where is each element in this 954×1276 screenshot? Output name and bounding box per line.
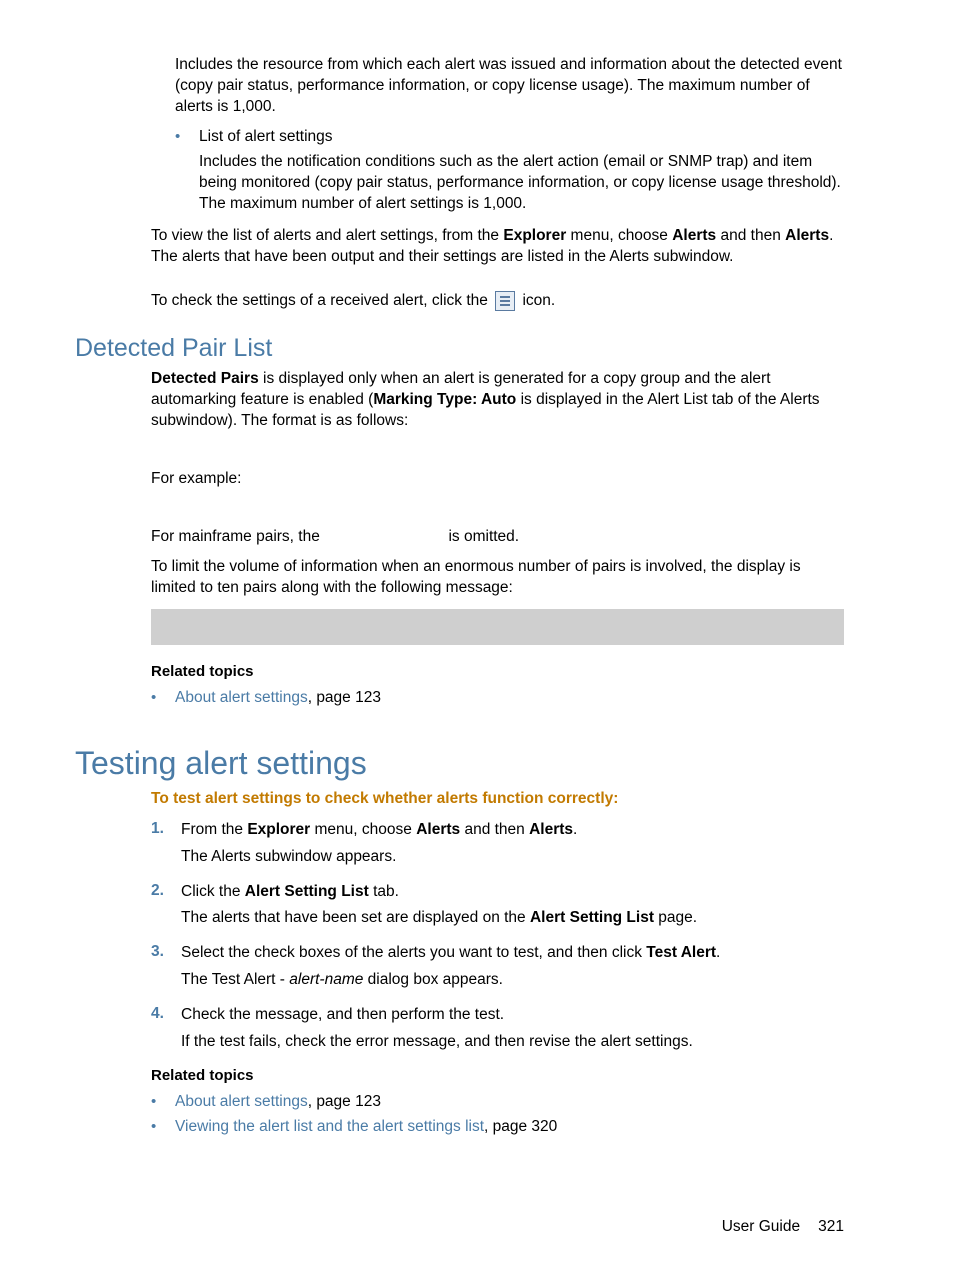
alerts-bold: Alerts (529, 821, 573, 838)
detected-pair-heading: Detected Pair List (75, 334, 844, 363)
text: For mainframe pairs, the (151, 528, 324, 545)
alerts-bold: Alerts (672, 227, 716, 244)
text: icon. (518, 292, 555, 309)
bullet-icon: • (151, 1092, 175, 1113)
message-placeholder-box (151, 609, 844, 645)
related-link-row: About alert settings, page 123 (175, 1092, 844, 1113)
related-link-row: Viewing the alert list and the alert set… (175, 1117, 844, 1138)
document-icon (495, 291, 515, 311)
step-body: Select the check boxes of the alerts you… (181, 943, 844, 964)
text: , page 320 (484, 1118, 557, 1135)
text: . (573, 821, 577, 838)
text: page. (654, 909, 697, 926)
related-link-row: About alert settings, page 123 (175, 688, 844, 709)
text: To check the settings of a received aler… (151, 292, 492, 309)
about-alert-settings-link[interactable]: About alert settings (175, 689, 308, 706)
explorer-bold: Explorer (503, 227, 566, 244)
text: and then (716, 227, 785, 244)
step-1: 1. From the Explorer menu, choose Alerts… (151, 820, 844, 841)
alerts-bold: Alerts (785, 227, 829, 244)
bullet-label: List of alert settings (199, 127, 844, 148)
text: . (716, 944, 720, 961)
viewing-alert-list-link[interactable]: Viewing the alert list and the alert set… (175, 1118, 484, 1135)
intro-block: Includes the resource from which each al… (175, 55, 844, 214)
bullet-description: Includes the notification conditions suc… (199, 152, 844, 215)
testing-block: To test alert settings to check whether … (151, 790, 844, 1138)
text: , page 123 (308, 1093, 381, 1110)
related-topics-heading: Related topics (151, 1067, 844, 1084)
step-number: 2. (151, 882, 181, 903)
bullet-icon: • (151, 688, 175, 709)
for-example: For example: (151, 469, 844, 490)
text: Click the (181, 883, 245, 900)
related-item: • About alert settings, page 123 (151, 1092, 844, 1113)
step-body: Click the Alert Setting List tab. (181, 882, 844, 903)
bullet-icon: • (175, 127, 199, 148)
text: menu, choose (310, 821, 416, 838)
detected-pair-block: Detected Pairs is displayed only when an… (151, 369, 844, 708)
limit-para: To limit the volume of information when … (151, 557, 844, 599)
detected-pairs-bold: Detected Pairs (151, 370, 259, 387)
step-number: 4. (151, 1005, 181, 1026)
text: The Test Alert - (181, 971, 289, 988)
marking-type-bold: Marking Type: Auto (373, 391, 516, 408)
view-instructions: To view the list of alerts and alert set… (151, 226, 844, 312)
alerts-bold: Alerts (416, 821, 460, 838)
about-alert-settings-link[interactable]: About alert settings (175, 1093, 308, 1110)
detected-pairs-para: Detected Pairs is displayed only when an… (151, 369, 844, 432)
step-2: 2. Click the Alert Setting List tab. (151, 882, 844, 903)
related-topics-heading: Related topics (151, 663, 844, 680)
step-body: From the Explorer menu, choose Alerts an… (181, 820, 844, 841)
instruction-lead: To test alert settings to check whether … (151, 790, 844, 808)
testing-alert-heading: Testing alert settings (75, 745, 844, 782)
text: Select the check boxes of the alerts you… (181, 944, 646, 961)
bullet-icon: • (151, 1117, 175, 1138)
mainframe-para: For mainframe pairs, the is omitted. (151, 527, 844, 548)
step-number: 1. (151, 820, 181, 841)
view-list-para: To view the list of alerts and alert set… (151, 226, 844, 268)
text: From the (181, 821, 247, 838)
document-page: Includes the resource from which each al… (0, 0, 954, 1276)
text: The alerts that have been set are displa… (181, 909, 530, 926)
step-1-sub: The Alerts subwindow appears. (181, 847, 844, 868)
test-alert-bold: Test Alert (646, 944, 716, 961)
explorer-bold: Explorer (247, 821, 310, 838)
text: and then (460, 821, 529, 838)
related-item: • Viewing the alert list and the alert s… (151, 1117, 844, 1138)
step-4-sub: If the test fails, check the error messa… (181, 1032, 844, 1053)
alert-setting-list-bold: Alert Setting List (245, 883, 369, 900)
page-number: 321 (818, 1218, 844, 1235)
text: tab. (369, 883, 399, 900)
step-2-sub: The alerts that have been set are displa… (181, 908, 844, 929)
text: menu, choose (566, 227, 672, 244)
text: To view the list of alerts and alert set… (151, 227, 503, 244)
page-footer: User Guide 321 (75, 1218, 844, 1236)
step-4: 4. Check the message, and then perform t… (151, 1005, 844, 1026)
step-body: Check the message, and then perform the … (181, 1005, 844, 1026)
text: , page 123 (308, 689, 381, 706)
step-3: 3. Select the check boxes of the alerts … (151, 943, 844, 964)
check-settings-para: To check the settings of a received aler… (151, 291, 844, 312)
text: is omitted. (444, 528, 519, 545)
intro-para-1: Includes the resource from which each al… (175, 55, 844, 118)
related-item: • About alert settings, page 123 (151, 688, 844, 709)
alert-setting-list-bold: Alert Setting List (530, 909, 654, 926)
step-number: 3. (151, 943, 181, 964)
footer-label: User Guide (722, 1218, 800, 1235)
alert-name-italic: alert-name (289, 971, 363, 988)
bullet-list-item: • List of alert settings (175, 127, 844, 148)
text: dialog box appears. (363, 971, 503, 988)
step-3-sub: The Test Alert - alert-name dialog box a… (181, 970, 844, 991)
